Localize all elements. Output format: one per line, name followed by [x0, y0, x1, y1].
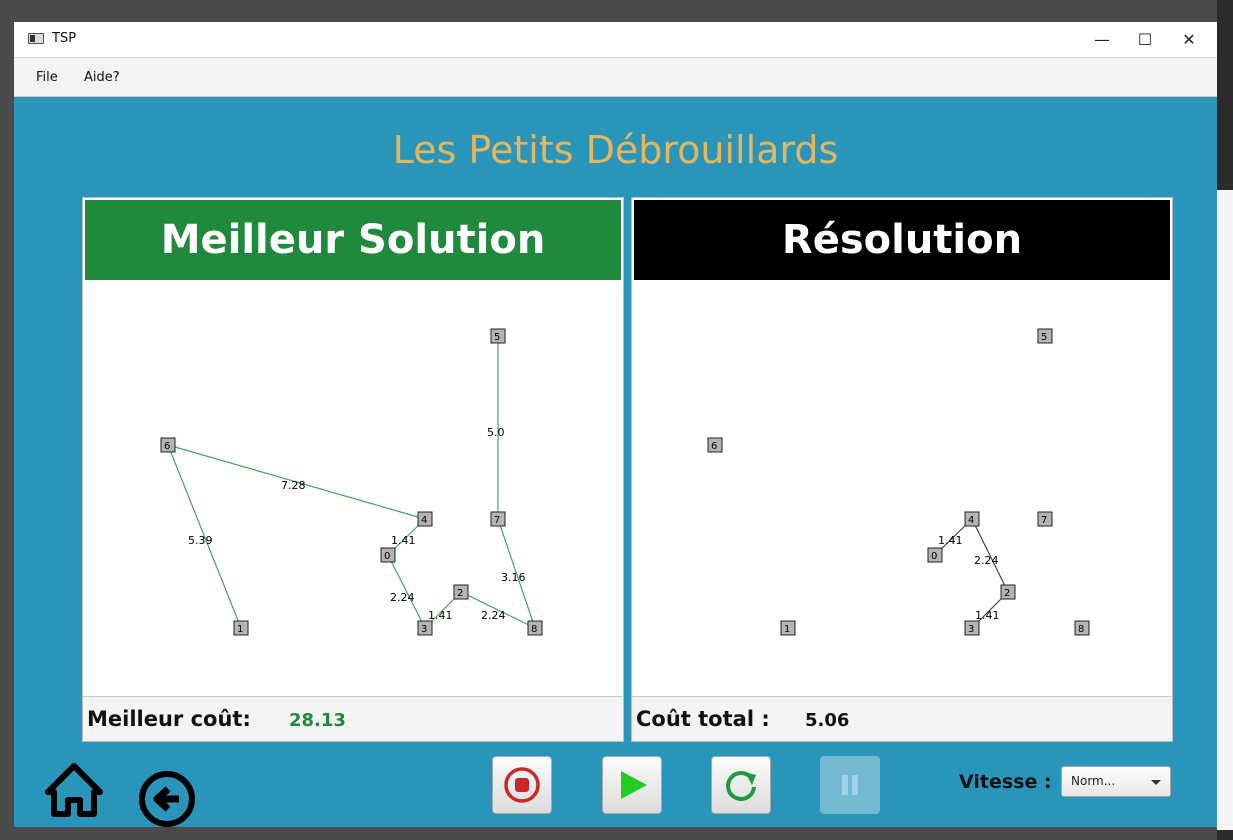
resolution-title: Résolution	[634, 200, 1170, 280]
background-app-area	[1217, 190, 1233, 830]
graph-node: 7	[490, 511, 506, 527]
edge-label: 2.24	[390, 591, 415, 604]
title-bar: TSP — ☐ ✕	[14, 22, 1217, 58]
svg-text:7: 7	[1041, 515, 1047, 526]
home-icon	[45, 763, 103, 817]
maximize-button[interactable]: ☐	[1122, 22, 1168, 57]
best-solution-edge-labels: 5.0 7.28 5.39 1.41 2.24 1.41 2.24 3.16	[188, 426, 526, 622]
svg-text:0: 0	[931, 551, 937, 562]
close-button[interactable]: ✕	[1166, 22, 1212, 57]
graph-node: 0	[380, 547, 396, 563]
best-solution-title: Meilleur Solution	[85, 200, 621, 280]
edge-label: 5.39	[188, 534, 213, 547]
back-button[interactable]	[136, 768, 198, 827]
best-cost-label: Meilleur coût:	[87, 707, 251, 731]
app-window: TSP — ☐ ✕ File Aide? Les Petits Débrouil…	[14, 22, 1217, 827]
speed-select[interactable]: Norm...	[1061, 766, 1171, 797]
svg-text:6: 6	[164, 441, 170, 452]
svg-text:3: 3	[968, 624, 974, 635]
svg-text:8: 8	[1078, 624, 1084, 635]
svg-text:5: 5	[494, 332, 500, 343]
menu-file[interactable]: File	[36, 70, 58, 85]
minimize-button[interactable]: —	[1079, 22, 1125, 57]
edge-label: 3.16	[501, 571, 526, 584]
svg-text:2: 2	[1004, 588, 1010, 599]
app-icon	[28, 33, 44, 44]
graph-node: 2	[1000, 584, 1016, 600]
svg-text:2: 2	[457, 588, 463, 599]
window-title: TSP	[52, 31, 77, 46]
stop-icon	[504, 767, 540, 803]
edge-label: 2.24	[974, 554, 999, 567]
svg-text:7: 7	[494, 515, 500, 526]
edge-label: 1.41	[428, 609, 453, 622]
graph-node: 3	[417, 620, 433, 636]
best-solution-panel: Meilleur Solution 5.0 7.28 5.39 1.41 2.2…	[82, 197, 624, 742]
edge-label: 7.28	[281, 479, 306, 492]
refresh-button[interactable]	[711, 756, 771, 814]
svg-text:5: 5	[1041, 332, 1047, 343]
play-button[interactable]	[602, 756, 662, 814]
graph-node: 8	[527, 620, 543, 636]
edge-label: 1.41	[938, 534, 963, 547]
best-solution-edges	[167, 336, 536, 629]
graph-node: 0	[927, 547, 943, 563]
pause-icon	[842, 775, 858, 795]
home-button[interactable]	[44, 762, 104, 822]
pause-button[interactable]	[820, 756, 880, 814]
svg-text:6: 6	[711, 441, 717, 452]
play-icon	[621, 771, 647, 799]
edge-label: 1.41	[391, 534, 416, 547]
speed-select-value: Norm...	[1071, 774, 1116, 788]
svg-text:1: 1	[237, 624, 243, 635]
resolution-edge-labels: 1.41 2.24 1.41	[938, 534, 1000, 622]
resolution-graph: 1.41 2.24 1.41 0 1 2 3 4 5 6 7 8	[707, 328, 1090, 636]
menu-help[interactable]: Aide?	[84, 70, 120, 85]
edge-label: 1.41	[975, 609, 1000, 622]
speed-label: Vitesse :	[959, 771, 1052, 793]
graph-node: 5	[490, 328, 506, 344]
back-arrow-icon	[139, 771, 195, 827]
graph-node: 1	[233, 620, 249, 636]
page-title: Les Petits Débrouillards	[392, 128, 839, 172]
svg-text:3: 3	[421, 624, 427, 635]
svg-text:1: 1	[784, 624, 790, 635]
refresh-icon	[726, 771, 756, 801]
background-app-strip	[1217, 0, 1233, 840]
graph-node: 3	[964, 620, 980, 636]
chevron-down-icon	[1151, 780, 1161, 785]
graph-node: 6	[707, 437, 723, 453]
graph-node: 1	[780, 620, 796, 636]
total-cost-label: Coût total :	[636, 707, 770, 731]
best-cost-bar: Meilleur coût: 28.13	[83, 696, 623, 741]
graph-node: 2	[453, 584, 469, 600]
svg-text:8: 8	[531, 624, 537, 635]
svg-text:4: 4	[968, 515, 974, 526]
graph-node: 5	[1037, 328, 1053, 344]
graph-node: 8	[1074, 620, 1090, 636]
graph-node: 4	[417, 511, 433, 527]
total-cost-bar: Coût total : 5.06	[632, 696, 1172, 741]
best-solution-graph: 5.0 7.28 5.39 1.41 2.24 1.41 2.24 3.16 0…	[160, 328, 543, 636]
best-solution-nodes: 0 1 2 3 4 5 6 7 8	[160, 328, 543, 636]
graph-node: 4	[964, 511, 980, 527]
resolution-panel: Résolution 1.41 2.24 1.41 0 1 2 3 4 5 6 …	[631, 197, 1173, 742]
resolution-nodes: 0 1 2 3 4 5 6 7 8	[707, 328, 1090, 636]
graph-node: 7	[1037, 511, 1053, 527]
graph-node: 6	[160, 437, 176, 453]
edge-label: 5.0	[487, 426, 505, 439]
menu-bar: File Aide?	[14, 58, 1217, 97]
edge-label: 2.24	[481, 609, 506, 622]
stop-button[interactable]	[492, 756, 552, 814]
svg-text:4: 4	[421, 515, 427, 526]
total-cost-value: 5.06	[805, 710, 850, 731]
svg-text:0: 0	[384, 551, 390, 562]
best-cost-value: 28.13	[289, 710, 346, 731]
